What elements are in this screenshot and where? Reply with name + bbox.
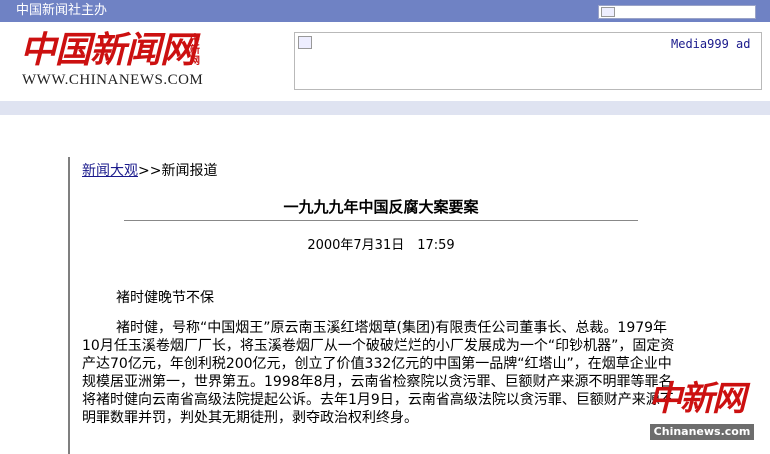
ad-alt-text: Media999 ad bbox=[671, 37, 751, 51]
breadcrumb-separator: >> bbox=[138, 163, 162, 179]
ad-banner[interactable]: Media999 ad bbox=[294, 32, 762, 90]
content-left-border bbox=[68, 157, 70, 454]
article-title: 一九九九年中国反腐大案要案 bbox=[283, 198, 479, 216]
breadcrumb-current: 新闻报道 bbox=[161, 163, 218, 179]
logo-english: WWW.CHINANEWS.COM bbox=[22, 72, 204, 88]
watermark-logo: 中新网 Chinanews.com bbox=[648, 380, 760, 446]
top-banner-image[interactable] bbox=[598, 5, 756, 19]
watermark-english: Chinanews.com bbox=[650, 424, 754, 440]
logo-chinese: 中国新闻网 bbox=[20, 29, 196, 71]
article-paragraph: 褚时健，号称“中国烟王”原云南玉溪红塔烟草(集团)有限责任公司董事长、总裁。19… bbox=[82, 320, 675, 426]
breadcrumb-link-news[interactable]: 新闻大观 bbox=[82, 163, 138, 179]
watermark-chinese: 中新网 bbox=[648, 379, 746, 419]
article-subheading: 褚时健晚节不保 bbox=[116, 290, 214, 306]
broken-image-icon bbox=[601, 7, 615, 17]
broken-image-icon bbox=[298, 36, 312, 49]
top-bar: 中国新闻社主办 bbox=[0, 0, 770, 22]
breadcrumb: 新闻大观>>新闻报道 bbox=[82, 160, 217, 180]
article-datetime: 2000年7月31日 17:59 bbox=[307, 238, 455, 253]
header-divider-band bbox=[0, 101, 770, 115]
logo-side-text: 中新网 bbox=[190, 34, 200, 67]
site-logo[interactable]: 中国新闻网 中新网 WWW.CHINANEWS.COM bbox=[20, 30, 260, 94]
title-divider bbox=[124, 220, 638, 221]
host-text: 中国新闻社主办 bbox=[16, 3, 108, 18]
